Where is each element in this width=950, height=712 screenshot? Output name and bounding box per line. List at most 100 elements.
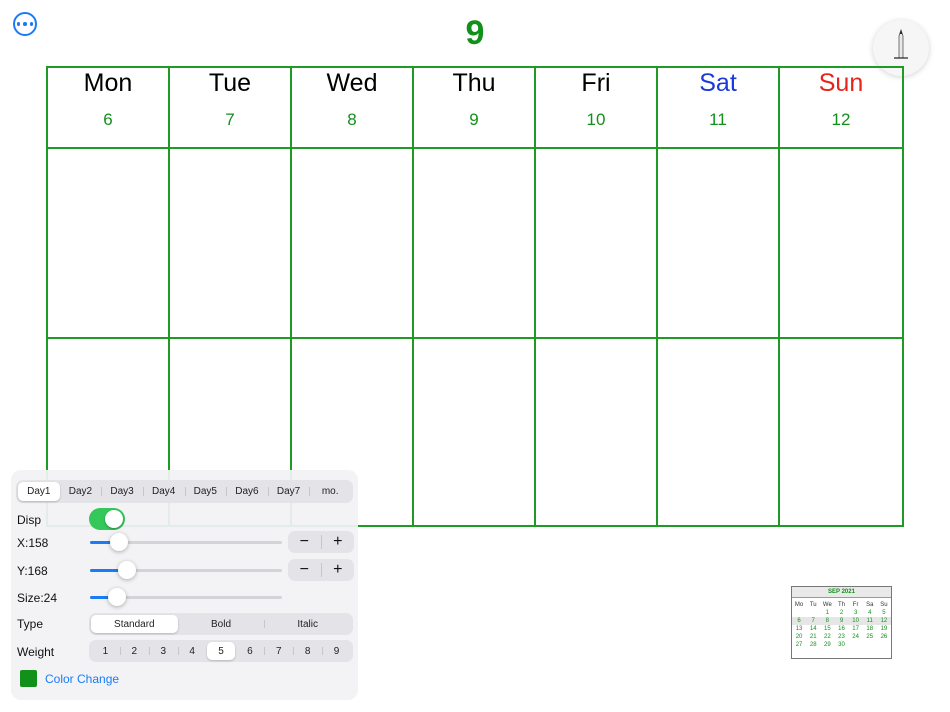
day-cell[interactable] bbox=[536, 149, 658, 339]
mini-day[interactable] bbox=[849, 641, 863, 649]
weight-option-3[interactable]: 3 bbox=[148, 642, 178, 660]
weight-option-9[interactable]: 9 bbox=[322, 642, 351, 660]
weight-option-2[interactable]: 2 bbox=[119, 642, 149, 660]
day-name: Fri bbox=[581, 69, 611, 97]
mini-calendar-week: 12345 bbox=[792, 609, 891, 617]
mini-day[interactable]: 14 bbox=[806, 625, 820, 633]
day-header-thu[interactable]: Thu 9 bbox=[414, 68, 536, 149]
mini-day[interactable]: 20 bbox=[792, 633, 806, 641]
mini-day[interactable] bbox=[877, 641, 891, 649]
mini-day[interactable]: 6 bbox=[792, 617, 806, 625]
tab-day6[interactable]: Day6 bbox=[226, 482, 268, 501]
type-option-standard[interactable]: Standard bbox=[91, 615, 178, 633]
weight-option-8[interactable]: 8 bbox=[293, 642, 322, 660]
mini-day[interactable]: 3 bbox=[849, 609, 863, 617]
size-slider-thumb[interactable] bbox=[108, 588, 126, 606]
day-cell[interactable] bbox=[170, 149, 292, 339]
mini-dow: Sa bbox=[866, 602, 874, 608]
day-date: 11 bbox=[709, 110, 727, 129]
day-cell[interactable] bbox=[658, 339, 780, 525]
y-stepper[interactable]: − + bbox=[288, 559, 354, 581]
mini-day[interactable]: 19 bbox=[877, 625, 891, 633]
day-header-mon[interactable]: Mon 6 bbox=[48, 68, 170, 149]
mini-dow: Tu bbox=[809, 602, 817, 608]
mini-day[interactable]: 4 bbox=[863, 609, 877, 617]
disp-toggle[interactable] bbox=[89, 508, 125, 530]
mini-day[interactable]: 25 bbox=[863, 633, 877, 641]
mini-calendar[interactable]: SEP 2021 Mo Tu We Th Fr Sa Su 1 2 3 4 5 6 7 8 9 10 11 12 13… bbox=[791, 586, 892, 659]
day-name: Sat bbox=[699, 69, 737, 97]
x-minus-button[interactable]: − bbox=[288, 531, 321, 553]
day-date: 9 bbox=[469, 110, 479, 129]
tab-day7[interactable]: Day7 bbox=[267, 482, 310, 501]
mini-day[interactable]: 7 bbox=[806, 617, 820, 625]
tab-day1[interactable]: Day1 bbox=[18, 482, 60, 501]
mini-day[interactable]: 11 bbox=[863, 617, 877, 625]
weight-option-5[interactable]: 5 bbox=[206, 642, 236, 660]
type-option-italic[interactable]: Italic bbox=[264, 615, 351, 633]
y-slider[interactable] bbox=[90, 561, 282, 579]
day-header-wed[interactable]: Wed 8 bbox=[292, 68, 414, 149]
y-slider-thumb[interactable] bbox=[118, 561, 136, 579]
mini-day[interactable] bbox=[792, 609, 806, 617]
day-cell[interactable] bbox=[292, 149, 414, 339]
tab-day2[interactable]: Day2 bbox=[60, 482, 102, 501]
day-segmented-control: Day1 Day2 Day3 Day4 Day5 Day6 Day7 mo. bbox=[16, 480, 353, 503]
x-plus-button[interactable]: + bbox=[322, 531, 355, 553]
day-header-sun[interactable]: Sun 12 bbox=[780, 68, 902, 149]
weight-option-6[interactable]: 6 bbox=[235, 642, 264, 660]
y-plus-button[interactable]: + bbox=[322, 559, 355, 581]
day-header-tue[interactable]: Tue 7 bbox=[170, 68, 292, 149]
mini-day[interactable]: 30 bbox=[834, 641, 848, 649]
day-cell[interactable] bbox=[414, 149, 536, 339]
mini-day[interactable]: 27 bbox=[792, 641, 806, 649]
type-option-bold[interactable]: Bold bbox=[178, 615, 265, 633]
mini-day[interactable] bbox=[806, 609, 820, 617]
mini-day[interactable]: 24 bbox=[849, 633, 863, 641]
mini-day[interactable]: 21 bbox=[806, 633, 820, 641]
x-slider-thumb[interactable] bbox=[110, 533, 128, 551]
mini-day[interactable]: 29 bbox=[820, 641, 834, 649]
day-cell[interactable] bbox=[658, 149, 780, 339]
mini-day[interactable]: 17 bbox=[849, 625, 863, 633]
x-stepper[interactable]: − + bbox=[288, 531, 354, 553]
mini-day[interactable]: 28 bbox=[806, 641, 820, 649]
mini-day[interactable]: 18 bbox=[863, 625, 877, 633]
tab-day3[interactable]: Day3 bbox=[101, 482, 143, 501]
day-cell[interactable] bbox=[780, 339, 902, 525]
mini-dow: We bbox=[822, 602, 832, 608]
mini-day[interactable]: 2 bbox=[834, 609, 848, 617]
weight-option-4[interactable]: 4 bbox=[177, 642, 207, 660]
day-cell[interactable] bbox=[48, 149, 170, 339]
mini-day[interactable]: 15 bbox=[820, 625, 834, 633]
mini-day[interactable]: 23 bbox=[834, 633, 848, 641]
color-change-button[interactable]: Color Change bbox=[45, 672, 119, 686]
tab-day5[interactable]: Day5 bbox=[184, 482, 227, 501]
day-cell[interactable] bbox=[414, 339, 536, 525]
weight-option-7[interactable]: 7 bbox=[264, 642, 293, 660]
day-date: 12 bbox=[831, 110, 851, 129]
mini-day[interactable]: 12 bbox=[877, 617, 891, 625]
mini-day[interactable]: 22 bbox=[820, 633, 834, 641]
mini-day[interactable]: 13 bbox=[792, 625, 806, 633]
mini-day[interactable]: 9 bbox=[834, 617, 848, 625]
mini-day[interactable]: 26 bbox=[877, 633, 891, 641]
day-header-sat[interactable]: Sat 11 bbox=[658, 68, 780, 149]
mini-day[interactable]: 5 bbox=[877, 609, 891, 617]
day-cell[interactable] bbox=[780, 149, 902, 339]
y-minus-button[interactable]: − bbox=[288, 559, 321, 581]
mini-day[interactable]: 10 bbox=[849, 617, 863, 625]
tab-mo[interactable]: mo. bbox=[309, 482, 351, 501]
color-swatch[interactable] bbox=[20, 670, 37, 687]
day-cell[interactable] bbox=[536, 339, 658, 525]
size-slider[interactable] bbox=[90, 588, 282, 606]
mini-day[interactable]: 1 bbox=[820, 609, 834, 617]
x-slider[interactable] bbox=[90, 533, 282, 551]
day-header-fri[interactable]: Fri 10 bbox=[536, 68, 658, 149]
weight-option-1[interactable]: 1 bbox=[91, 642, 120, 660]
mini-day[interactable]: 8 bbox=[820, 617, 834, 625]
y-label: Y:168 bbox=[17, 564, 48, 578]
mini-day[interactable]: 16 bbox=[834, 625, 848, 633]
mini-day[interactable] bbox=[863, 641, 877, 649]
tab-day4[interactable]: Day4 bbox=[142, 482, 185, 501]
